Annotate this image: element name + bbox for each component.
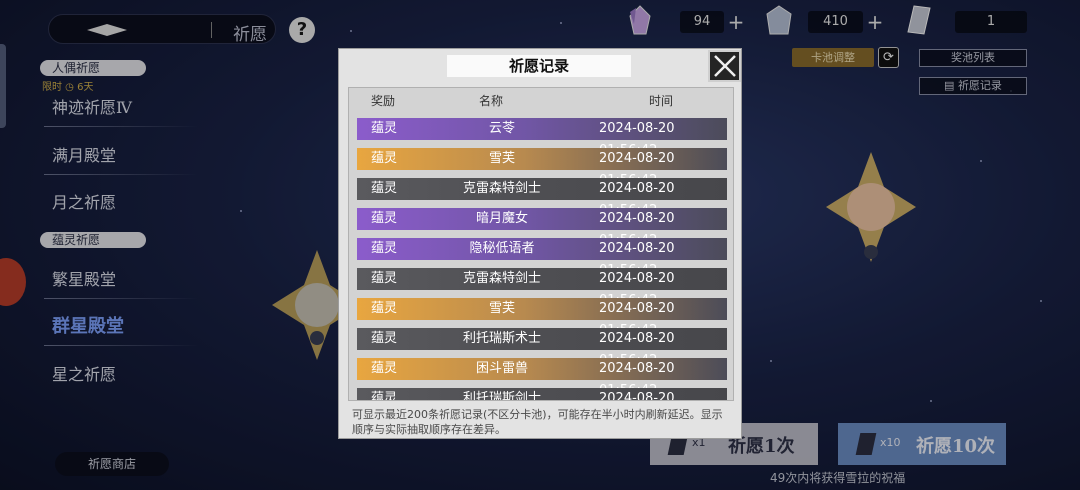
modal-title: 祈愿记录 (447, 55, 631, 77)
table-row: 蕴灵利托瑞斯术士2024-08-20 01:56:42 (357, 328, 727, 368)
table-header: 奖励 名称 时间 (349, 90, 733, 110)
table-row: 蕴灵困斗雷兽2024-08-20 01:56:42 (357, 358, 727, 398)
wish-record-modal: 祈愿记录 奖励 名称 时间 蕴灵云苓2024-08-20 01:56:42蕴灵雪… (338, 48, 742, 439)
table-row: 蕴灵雪芙2024-08-20 01:56:42 (357, 148, 727, 188)
column-header-name: 名称 (479, 94, 504, 108)
table-row: 蕴灵雪芙2024-08-20 01:56:42 (357, 298, 727, 338)
column-header-time: 时间 (649, 94, 674, 108)
table-row: 蕴灵暗月魔女2024-08-20 01:56:42 (357, 208, 727, 248)
table-row: 蕴灵克雷森特剑士2024-08-20 01:56:42 (357, 268, 727, 308)
close-icon (714, 55, 736, 77)
table-row: 蕴灵隐秘低语者2024-08-20 01:56:42 (357, 238, 727, 278)
close-button[interactable] (708, 50, 741, 82)
column-header-reward: 奖励 (371, 94, 396, 108)
cell-time: 2024-08-20 01:56:42 (599, 391, 675, 401)
table-row: 蕴灵克雷森特剑士2024-08-20 01:56:42 (357, 178, 727, 218)
record-table[interactable]: 奖励 名称 时间 蕴灵云苓2024-08-20 01:56:42蕴灵雪芙2024… (348, 87, 734, 401)
table-row: 蕴灵云苓2024-08-20 01:56:42 (357, 118, 727, 158)
table-row: 蕴灵利托瑞斯剑士2024-08-20 01:56:42 (357, 388, 727, 401)
record-footnote: 可显示最近200条祈愿记录(不区分卡池)，可能存在半小时内刷新延迟。显示顺序与实… (352, 408, 723, 436)
